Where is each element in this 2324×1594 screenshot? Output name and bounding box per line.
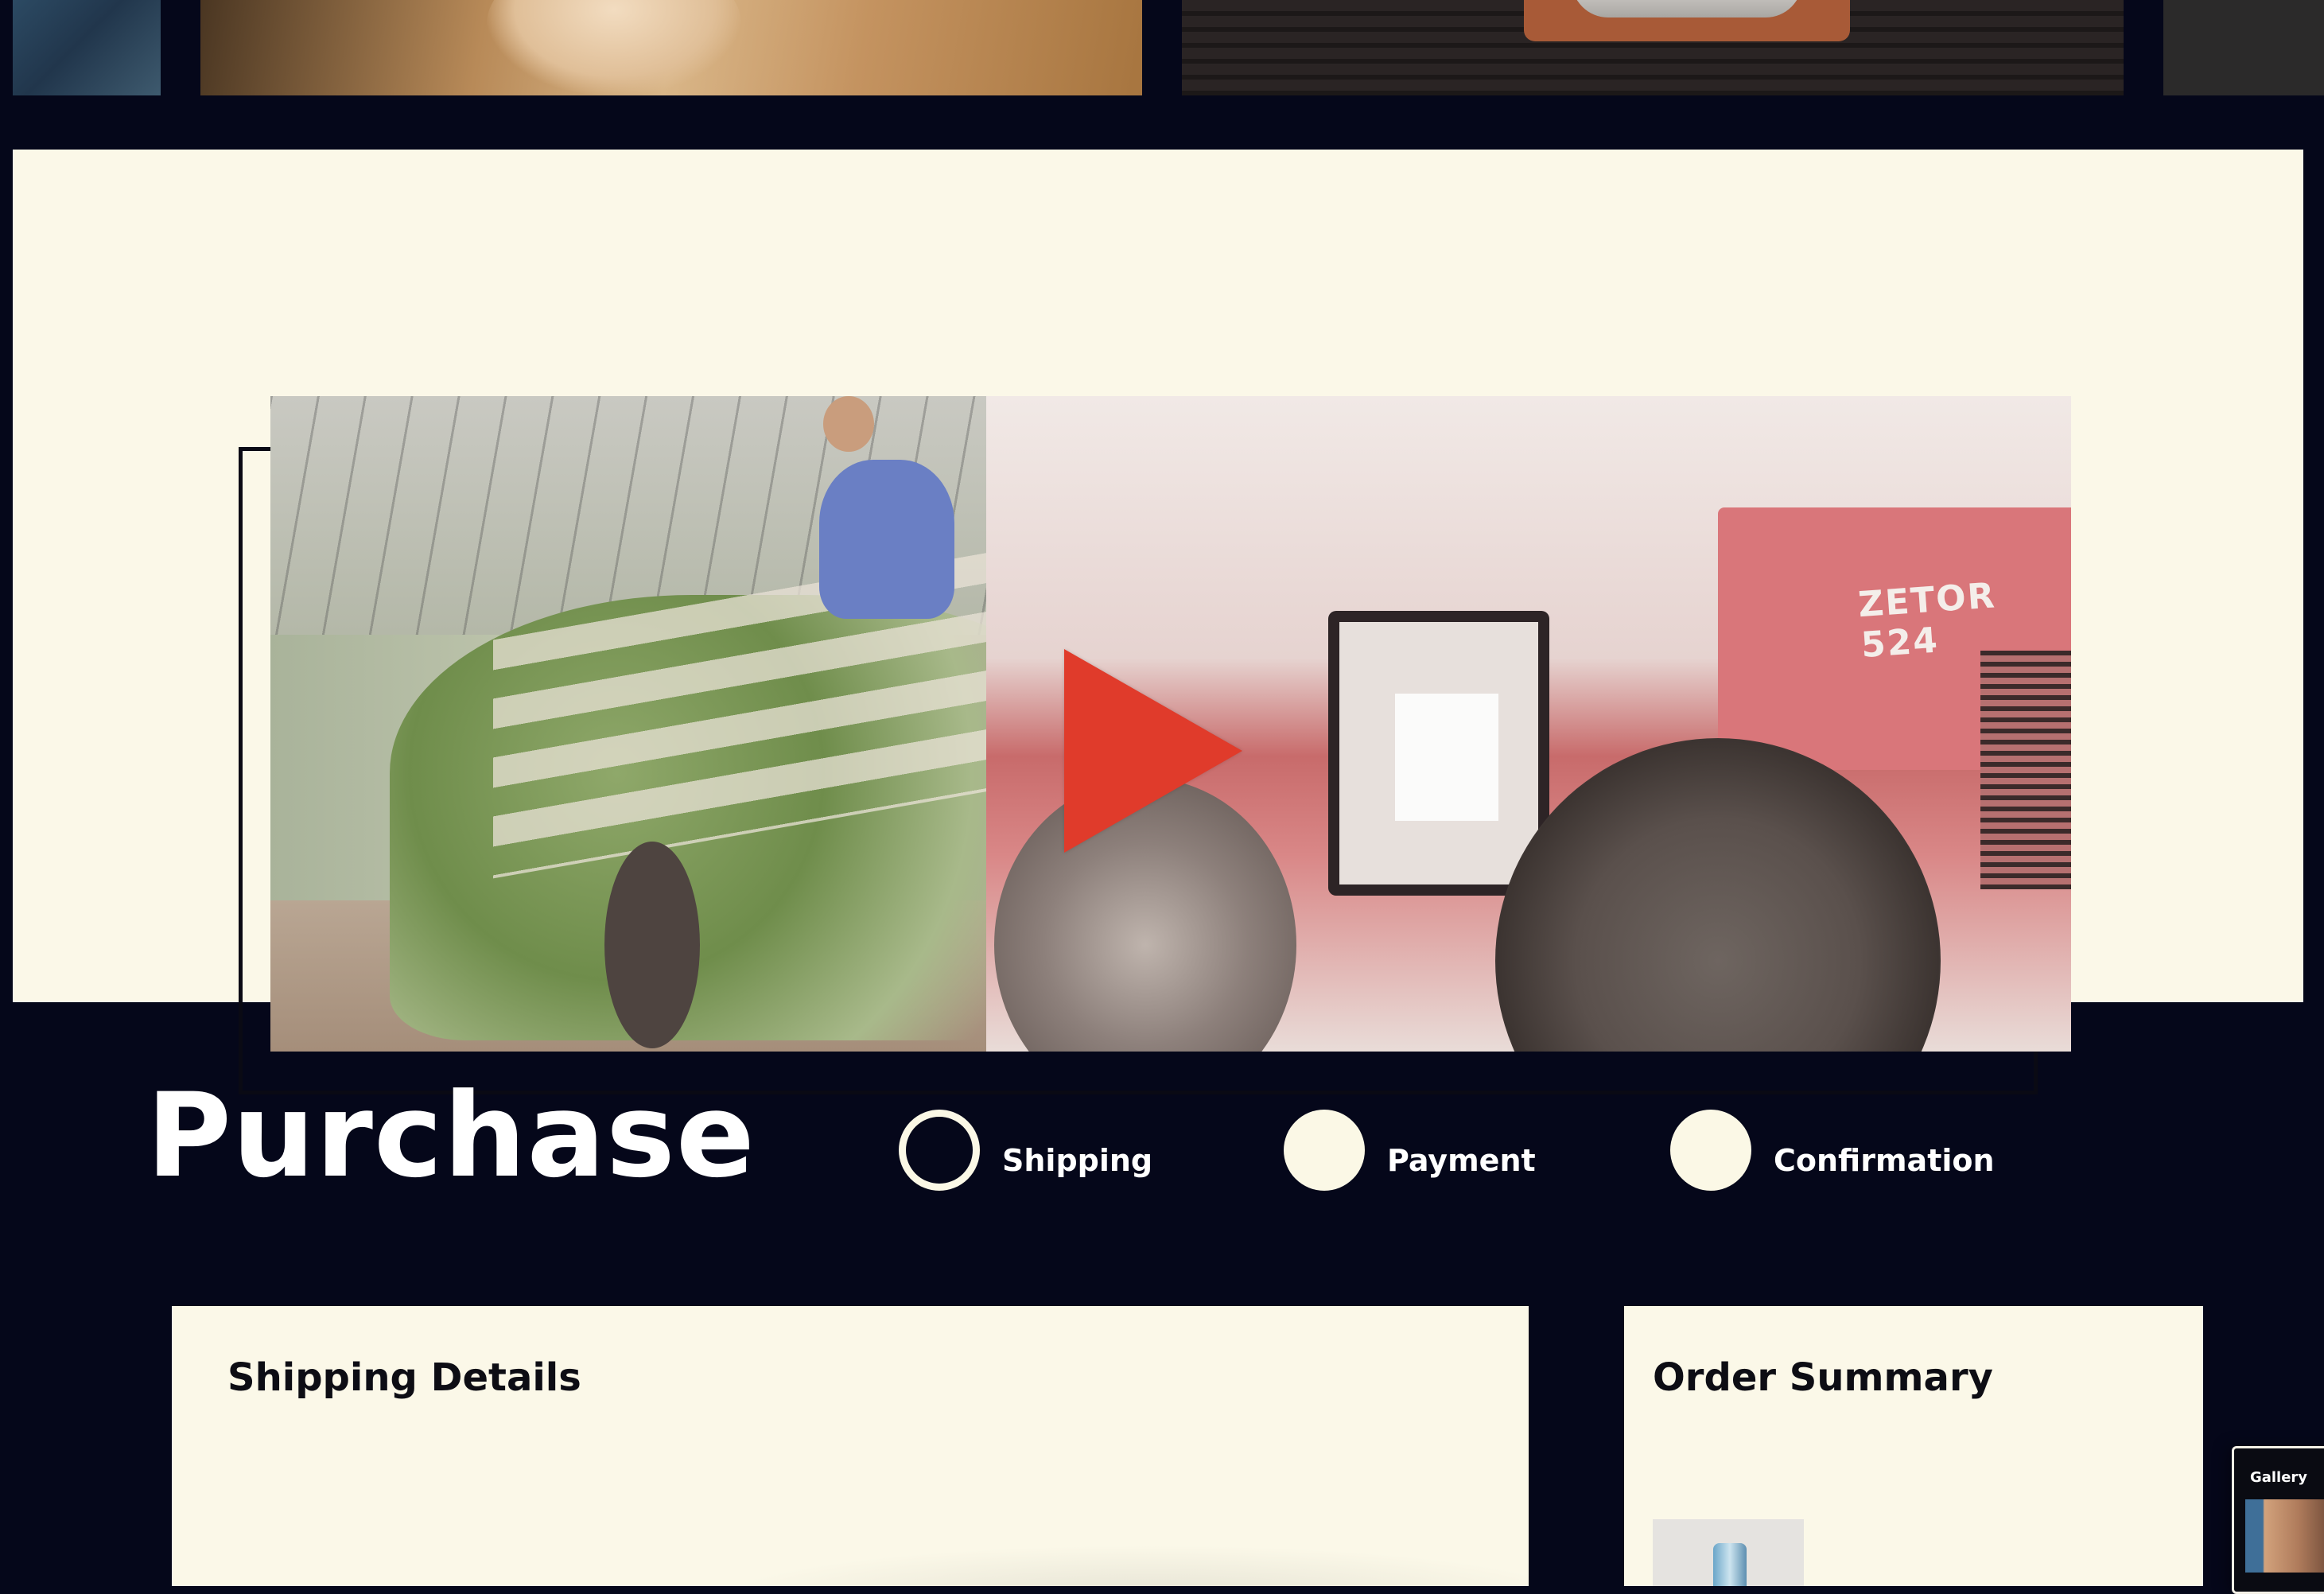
gallery-thumbnail[interactable] (13, 0, 161, 95)
panel-shadow (713, 1545, 1529, 1586)
step-confirmation[interactable]: Confirmation (1670, 1109, 1995, 1192)
video-section: ZETOR 524 (13, 150, 2303, 1094)
tractor-model-label: ZETOR 524 (1856, 575, 1998, 667)
worker-head (823, 396, 874, 452)
gallery-preview-thumbnail (2245, 1499, 2324, 1573)
gallery-thumbnail[interactable] (1182, 0, 2124, 95)
page-title: Purchase (146, 1068, 756, 1203)
hand-image-detail (487, 0, 741, 95)
panel-title: Shipping Details (227, 1355, 581, 1400)
order-summary-panel: Order Summary (1624, 1306, 2203, 1586)
worker-figure (819, 460, 954, 619)
shipping-details-panel: Shipping Details (172, 1306, 1529, 1586)
tractor-cab-window (1328, 611, 1549, 896)
gallery-thumbnail[interactable] (200, 0, 1142, 95)
trailer-wheel (604, 842, 700, 1048)
gallery-widget[interactable]: Gallery (2232, 1446, 2324, 1594)
tractor-grille (1980, 651, 2071, 889)
step-shipping[interactable]: Shipping (899, 1109, 1152, 1192)
beer-can-image (1713, 1543, 1747, 1586)
panel-title: Order Summary (1653, 1355, 1993, 1400)
step-payment[interactable]: Payment (1284, 1109, 1536, 1192)
step-indicator-icon (899, 1110, 980, 1191)
window-sticker (1395, 694, 1498, 821)
glass-image-detail (1572, 0, 1802, 17)
product-thumbnail (1653, 1519, 1804, 1586)
play-icon[interactable] (1064, 649, 1242, 853)
step-label: Shipping (1002, 1143, 1153, 1178)
step-label: Payment (1387, 1143, 1536, 1178)
video-player[interactable]: ZETOR 524 (270, 396, 2071, 1052)
step-indicator-icon (1284, 1110, 1365, 1191)
gallery-thumbnail[interactable] (2163, 0, 2324, 95)
gallery-label: Gallery (2249, 1469, 2308, 1486)
step-label: Confirmation (1774, 1143, 1995, 1178)
step-indicator-icon (1670, 1110, 1751, 1191)
